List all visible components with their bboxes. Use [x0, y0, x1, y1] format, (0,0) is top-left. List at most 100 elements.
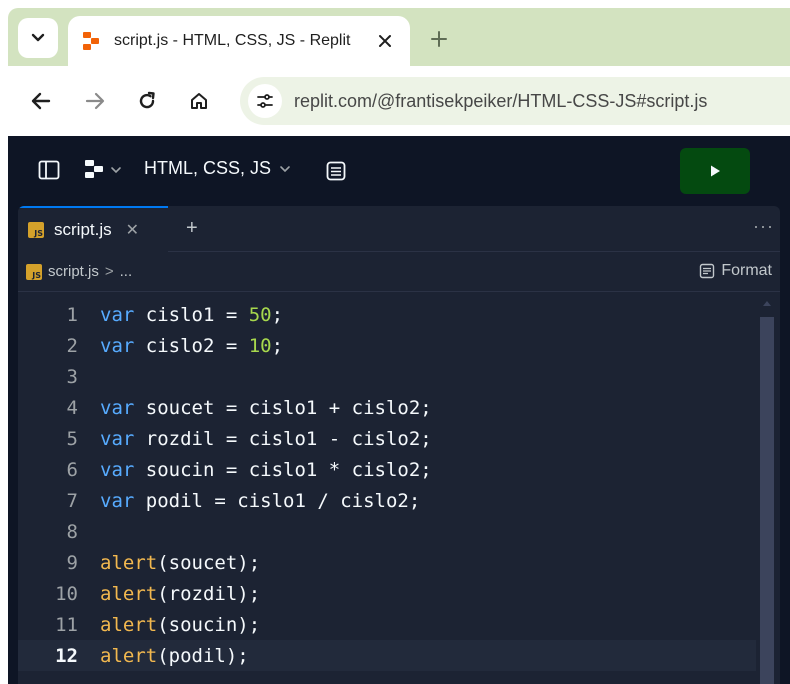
- code-token: var: [100, 303, 135, 326]
- browser-tab-title: script.js - HTML, CSS, JS - Replit: [114, 32, 351, 49]
- line-code[interactable]: var rozdil = cislo1 - cislo2;: [100, 428, 432, 450]
- code-token: cislo1 =: [134, 303, 249, 326]
- reload-button[interactable]: [130, 84, 164, 118]
- tab-search-button[interactable]: [18, 18, 58, 58]
- line-code[interactable]: var cislo2 = 10;: [100, 335, 283, 357]
- file-tab-bar: JS script.js ✕ + ···: [18, 206, 780, 252]
- browser-tab-active[interactable]: script.js - HTML, CSS, JS - Replit: [68, 16, 410, 66]
- line-code[interactable]: alert(soucin);: [100, 614, 260, 636]
- chevron-down-icon: [31, 33, 45, 42]
- reload-icon: [139, 91, 155, 109]
- code-line[interactable]: 9 alert(soucet);: [18, 547, 756, 578]
- vertical-scrollbar[interactable]: [760, 293, 774, 684]
- code-token: (soucin);: [157, 613, 261, 636]
- new-tab-button[interactable]: [424, 24, 454, 54]
- code-token: podil = cislo1 / cislo2;: [134, 489, 421, 512]
- replit-logo-icon: [85, 160, 103, 178]
- close-icon[interactable]: [374, 30, 396, 52]
- scroll-up-arrow-icon[interactable]: [763, 301, 771, 306]
- file-tab-script-js[interactable]: JS script.js ✕: [18, 206, 168, 252]
- breadcrumb-bar: JS script.js > ... Format: [18, 252, 780, 292]
- code-line[interactable]: 3: [18, 361, 756, 392]
- line-code[interactable]: var podil = cislo1 / cislo2;: [100, 490, 420, 512]
- code-line[interactable]: 5 var rozdil = cislo1 - cislo2;: [18, 423, 756, 454]
- replit-menu-button[interactable]: [84, 158, 122, 182]
- code-token: ;: [271, 303, 284, 326]
- home-button[interactable]: [182, 84, 216, 118]
- code-token: (podil);: [157, 644, 249, 667]
- line-code[interactable]: alert(soucet);: [100, 552, 260, 574]
- breadcrumb-file[interactable]: script.js: [48, 263, 99, 280]
- js-file-icon: JS: [26, 263, 42, 280]
- chevron-down-icon: [280, 165, 290, 172]
- line-number: 1: [66, 303, 78, 326]
- line-number: 4: [66, 396, 78, 419]
- chevron-down-icon: [111, 167, 121, 174]
- replit-app: HTML, CSS, JS JS script.js ✕ + ··· JS sc…: [8, 136, 790, 684]
- code-line[interactable]: 11 alert(soucin);: [18, 609, 756, 640]
- code-token: 10: [248, 334, 272, 357]
- line-code[interactable]: alert(rozdil);: [100, 583, 260, 605]
- more-horizontal-icon[interactable]: ···: [753, 216, 774, 237]
- address-bar[interactable]: replit.com/@frantisekpeiker/HTML-CSS-JS#…: [240, 77, 790, 125]
- line-number: 2: [66, 334, 78, 357]
- code-line[interactable]: 10 alert(rozdil);: [18, 578, 756, 609]
- code-token: (soucet);: [157, 551, 261, 574]
- code-line[interactable]: 2 var cislo2 = 10;: [18, 330, 756, 361]
- line-code[interactable]: var cislo1 = 50;: [100, 304, 283, 326]
- code-line[interactable]: 12 alert(podil);: [18, 640, 756, 671]
- breadcrumb-more[interactable]: ...: [120, 263, 133, 280]
- scrollbar-thumb[interactable]: [760, 317, 774, 684]
- code-line[interactable]: 1 var cislo1 = 50;: [18, 299, 756, 330]
- code-token: var: [100, 458, 135, 481]
- code-line[interactable]: 4 var soucet = cislo1 + cislo2;: [18, 392, 756, 423]
- repl-name-button[interactable]: HTML, CSS, JS: [144, 158, 291, 179]
- run-button[interactable]: [680, 148, 750, 194]
- tune-icon[interactable]: [248, 84, 282, 118]
- back-button[interactable]: [24, 84, 58, 118]
- line-number: 7: [66, 489, 78, 512]
- code-line[interactable]: 6 var soucin = cislo1 * cislo2;: [18, 454, 756, 485]
- code-line[interactable]: 7 var podil = cislo1 / cislo2;: [18, 485, 756, 516]
- code-editor[interactable]: 1 var cislo1 = 50; 2 var cislo2 = 10; 3 4 var …: [18, 293, 780, 684]
- code-token: alert: [100, 551, 158, 574]
- format-button[interactable]: Format: [699, 262, 772, 280]
- code-token: alert: [100, 582, 158, 605]
- browser-toolbar: replit.com/@frantisekpeiker/HTML-CSS-JS#…: [8, 66, 790, 136]
- format-label: Format: [721, 262, 772, 279]
- line-number: 8: [66, 520, 78, 543]
- plus-icon: [431, 31, 447, 47]
- breadcrumb-separator: >: [104, 263, 114, 280]
- code-token: 50: [248, 303, 272, 326]
- line-number: 12: [55, 644, 78, 667]
- code-token: alert: [100, 644, 158, 667]
- code-line[interactable]: 8: [18, 516, 756, 547]
- js-file-icon: JS: [28, 222, 44, 238]
- sidebar-toggle-button[interactable]: [38, 160, 60, 180]
- code-token: var: [100, 489, 135, 512]
- code-token: cislo2 =: [134, 334, 249, 357]
- home-icon: [191, 93, 207, 109]
- plus-icon[interactable]: +: [186, 218, 198, 238]
- breadcrumb: JS script.js > ...: [26, 263, 132, 280]
- url-text[interactable]: replit.com/@frantisekpeiker/HTML-CSS-JS#…: [294, 91, 707, 112]
- code-token: rozdil = cislo1 - cislo2;: [134, 427, 432, 450]
- code-token: var: [100, 427, 135, 450]
- repl-name-label: HTML, CSS, JS: [144, 158, 272, 178]
- code-token: alert: [100, 613, 158, 636]
- line-code[interactable]: alert(podil);: [100, 645, 249, 667]
- file-tab-label: script.js: [54, 220, 112, 239]
- line-number: 11: [55, 613, 78, 636]
- repl-info-button[interactable]: [326, 161, 346, 181]
- close-icon[interactable]: ✕: [126, 220, 139, 240]
- editor-pane: JS script.js ✕ + ··· JS script.js > ... …: [18, 206, 780, 684]
- code-token: soucet = cislo1 + cislo2;: [134, 396, 432, 419]
- line-code[interactable]: var soucin = cislo1 * cislo2;: [100, 459, 432, 481]
- line-number: 6: [66, 458, 78, 481]
- forward-button[interactable]: [78, 84, 112, 118]
- play-icon: [711, 165, 720, 177]
- code-token: (rozdil);: [157, 582, 261, 605]
- line-number: 10: [55, 582, 78, 605]
- sidebar-icon: [38, 160, 60, 180]
- line-code[interactable]: var soucet = cislo1 + cislo2;: [100, 397, 432, 419]
